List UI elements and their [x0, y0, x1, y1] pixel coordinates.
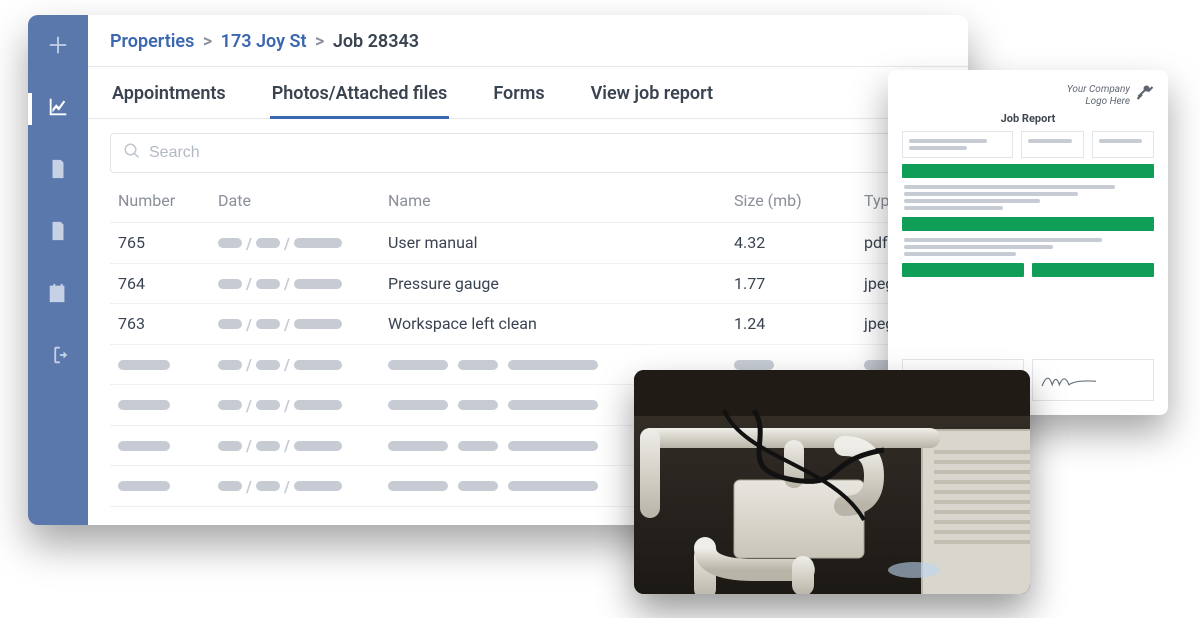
cell-name: Workspace left clean [380, 304, 726, 345]
invoice-icon [47, 158, 69, 184]
chart-icon [47, 96, 69, 122]
cell-number: 764 [110, 263, 210, 304]
report-logo-placeholder: Your Company Logo Here [1067, 84, 1130, 108]
cell-date: // [210, 304, 380, 345]
breadcrumb-current: Job 28343 [333, 31, 419, 52]
sidebar-item-analytics[interactable] [28, 89, 88, 129]
col-header-date[interactable]: Date [210, 179, 380, 223]
cell-name: Pressure gauge [380, 263, 726, 304]
col-header-name[interactable]: Name [380, 179, 726, 223]
attachment-photo [634, 370, 1030, 594]
tab-appointments[interactable]: Appointments [110, 67, 228, 118]
signature-box-right [1032, 359, 1154, 401]
table-row[interactable]: 763//Workspace left clean1.24jpeg [110, 304, 946, 345]
cell-size: 1.24 [726, 304, 856, 345]
sidebar-item-add[interactable] [28, 27, 88, 67]
cell-size: 4.32 [726, 223, 856, 264]
cell-number: 763 [110, 304, 210, 345]
breadcrumb-properties[interactable]: Properties [110, 31, 194, 52]
tools-icon [1136, 84, 1154, 105]
cell-size: 1.77 [726, 263, 856, 304]
cell-number: 765 [110, 223, 210, 264]
sidebar-item-logout[interactable] [28, 337, 88, 377]
sidebar-item-invoices[interactable] [28, 151, 88, 191]
table-row[interactable]: 764//Pressure gauge1.77jpeg [110, 263, 946, 304]
table-row[interactable]: 765//User manual4.32pdf [110, 223, 946, 264]
sidebar-item-calendar[interactable] [28, 275, 88, 315]
tab-view-report[interactable]: View job report [589, 67, 715, 118]
search-field[interactable] [110, 133, 946, 173]
tab-forms[interactable]: Forms [491, 67, 546, 118]
table-header-row: Number Date Name Size (mb) Type [110, 179, 946, 223]
logout-icon [47, 344, 69, 370]
sidebar [28, 15, 88, 525]
breadcrumb-sep: > [203, 31, 212, 52]
search-input[interactable] [149, 144, 933, 162]
cell-date: // [210, 263, 380, 304]
tab-photos[interactable]: Photos/Attached files [270, 67, 450, 118]
breadcrumb-sep: > [315, 31, 324, 52]
sidebar-item-documents[interactable] [28, 213, 88, 253]
search-icon [123, 142, 141, 164]
plus-icon [47, 34, 69, 60]
breadcrumb: Properties > 173 Joy St > Job 28343 [88, 15, 968, 67]
cell-date: // [210, 223, 380, 264]
col-header-number[interactable]: Number [110, 179, 210, 223]
report-preview-card: Your Company Logo Here Job Report [888, 70, 1168, 415]
calendar-icon [47, 282, 69, 308]
col-header-size[interactable]: Size (mb) [726, 179, 856, 223]
tabs: Appointments Photos/Attached files Forms… [88, 67, 968, 119]
document-icon [47, 220, 69, 246]
cell-name: User manual [380, 223, 726, 264]
breadcrumb-address[interactable]: 173 Joy St [221, 31, 307, 52]
report-title: Job Report [902, 112, 1154, 125]
